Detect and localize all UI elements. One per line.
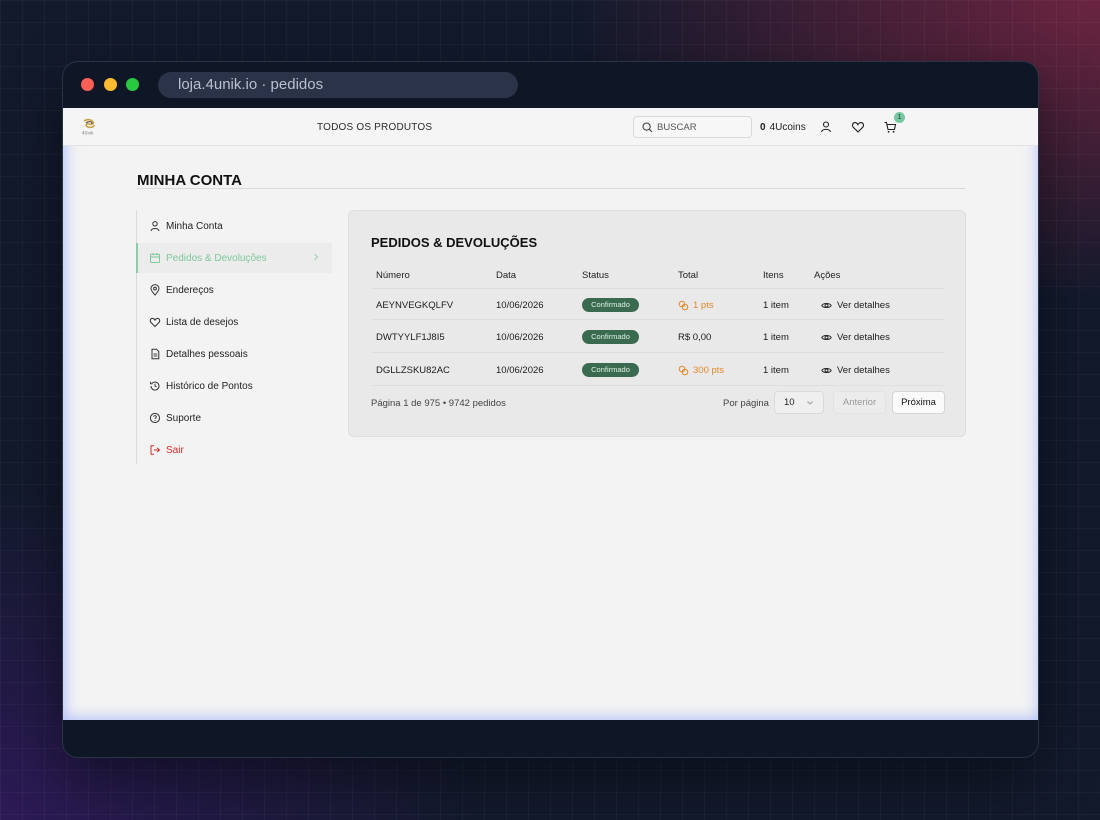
pagination-summary: Página 1 de 975 • 9742 pedidos	[371, 398, 506, 409]
order-items: 1 item	[763, 332, 789, 343]
order-number: AEYNVEGKQLFV	[376, 300, 454, 311]
title-divider	[137, 188, 965, 189]
view-details-button[interactable]: Ver detalhes	[821, 332, 890, 343]
orders-title: PEDIDOS & DEVOLUÇÕES	[371, 235, 538, 250]
status-badge: Confirmado	[582, 298, 639, 312]
sidebar-item-pedidos[interactable]: Pedidos & Devoluções	[136, 243, 332, 273]
order-items: 1 item	[763, 365, 789, 376]
table-row: DGLLZSKU82AC 10/06/2026 Confirmado 300 p…	[371, 354, 945, 386]
order-total: 1 pts	[678, 300, 714, 311]
sidebar-item-label: Minha Conta	[166, 220, 223, 232]
eye-icon	[821, 368, 832, 373]
chevron-down-icon	[807, 401, 813, 405]
previous-page-button[interactable]: Anterior	[833, 391, 886, 414]
order-total: 300 pts	[678, 365, 724, 376]
status-badge: Confirmado	[582, 363, 639, 377]
cart-count-badge: 1	[894, 112, 905, 123]
map-pin-icon	[149, 284, 161, 296]
page-viewport: 4Unik TODOS OS PRODUTOS 04Ucoins 1	[63, 108, 1038, 720]
address-bar[interactable]: loja.4unik.io · pedidos	[158, 72, 518, 98]
view-details-button[interactable]: Ver detalhes	[821, 365, 890, 376]
next-page-button[interactable]: Próxima	[892, 391, 945, 414]
per-page-value: 10	[784, 397, 795, 408]
sidebar-item-label: Endereços	[166, 284, 214, 296]
store-logo[interactable]: 4Unik	[81, 118, 97, 136]
view-details-label: Ver detalhes	[837, 332, 890, 343]
per-page-label: Por página	[723, 398, 769, 409]
sidebar-item-label: Sair	[166, 444, 184, 456]
account-sidebar: Minha Conta Pedidos & Devoluções Endereç…	[136, 210, 334, 464]
maximize-window-button[interactable]	[126, 78, 139, 91]
sidebar-item-label: Histórico de Pontos	[166, 380, 253, 392]
order-total-value: 300 pts	[693, 365, 725, 376]
column-header-acoes: Ações	[814, 270, 841, 281]
history-icon	[149, 380, 161, 392]
chevron-right-icon	[312, 252, 320, 265]
logout-icon	[149, 444, 161, 456]
minimize-window-button[interactable]	[104, 78, 117, 91]
coins-balance[interactable]: 0 4Ucoins	[760, 122, 806, 133]
document-icon	[149, 348, 161, 360]
sidebar-item-label: Suporte	[166, 412, 202, 424]
order-date: 10/06/2026	[496, 300, 544, 311]
order-total-value: R$ 0,00	[678, 332, 712, 343]
column-header-itens: Itens	[763, 270, 784, 281]
sidebar-item-sair[interactable]: Sair	[137, 435, 333, 465]
status-badge: Confirmado	[582, 330, 639, 344]
search-box[interactable]	[633, 116, 752, 138]
order-date: 10/06/2026	[496, 332, 544, 343]
page-title: MINHA CONTA	[137, 172, 242, 189]
coins-icon	[678, 300, 689, 311]
sidebar-item-detalhes-pessoais[interactable]: Detalhes pessoais	[137, 339, 333, 369]
coins-icon	[678, 365, 689, 376]
user-icon	[149, 220, 161, 232]
order-items: 1 item	[763, 300, 789, 311]
sidebar-item-label: Lista de desejos	[166, 316, 239, 328]
orders-card: PEDIDOS & DEVOLUÇÕES Número Data Status …	[348, 210, 966, 437]
help-icon	[149, 412, 161, 424]
browser-bottom-bar	[63, 720, 1038, 757]
order-number: DWTYYLF1J8I5	[376, 332, 445, 343]
heart-icon	[149, 316, 161, 328]
sidebar-item-minha-conta[interactable]: Minha Conta	[137, 211, 333, 241]
sidebar-item-label: Detalhes pessoais	[166, 348, 248, 360]
order-total-value: 1 pts	[693, 300, 714, 311]
column-header-status: Status	[582, 270, 609, 281]
wishlist-heart-icon[interactable]	[851, 120, 865, 134]
account-icon[interactable]	[819, 120, 833, 134]
view-details-button[interactable]: Ver detalhes	[821, 300, 890, 311]
table-row: DWTYYLF1J8I5 10/06/2026 Confirmado R$ 0,…	[371, 321, 945, 353]
table-row: AEYNVEGKQLFV 10/06/2026 Confirmado 1 pts…	[371, 288, 945, 320]
sidebar-item-label: Pedidos & Devoluções	[166, 252, 267, 264]
eye-icon	[821, 335, 832, 340]
search-icon	[642, 122, 653, 133]
eye-icon	[821, 303, 832, 308]
view-details-label: Ver detalhes	[837, 300, 890, 311]
order-number: DGLLZSKU82AC	[376, 365, 450, 376]
close-window-button[interactable]	[81, 78, 94, 91]
sidebar-item-suporte[interactable]: Suporte	[137, 403, 333, 433]
top-navigation: 4Unik TODOS OS PRODUTOS 04Ucoins 1	[63, 108, 1038, 146]
coins-value: 0	[760, 122, 766, 133]
sidebar-item-lista-desejos[interactable]: Lista de desejos	[137, 307, 333, 337]
browser-window: loja.4unik.io · pedidos 4Unik TODOS OS P…	[62, 61, 1039, 758]
search-input[interactable]	[657, 121, 745, 134]
sidebar-item-enderecos[interactable]: Endereços	[137, 275, 333, 305]
per-page-select[interactable]: 10	[774, 391, 824, 414]
coins-label: 4Ucoins	[769, 122, 806, 133]
svg-text:4Unik: 4Unik	[82, 131, 94, 136]
calendar-icon	[149, 252, 161, 264]
order-date: 10/06/2026	[496, 365, 544, 376]
all-products-link[interactable]: TODOS OS PRODUTOS	[317, 122, 432, 133]
cart-icon[interactable]	[883, 120, 897, 134]
column-header-total: Total	[678, 270, 699, 281]
sidebar-item-historico-pontos[interactable]: Histórico de Pontos	[137, 371, 333, 401]
column-header-data: Data	[496, 270, 517, 281]
column-header-numero: Número	[376, 270, 410, 281]
view-details-label: Ver detalhes	[837, 365, 890, 376]
browser-titlebar: loja.4unik.io · pedidos	[63, 62, 1038, 108]
